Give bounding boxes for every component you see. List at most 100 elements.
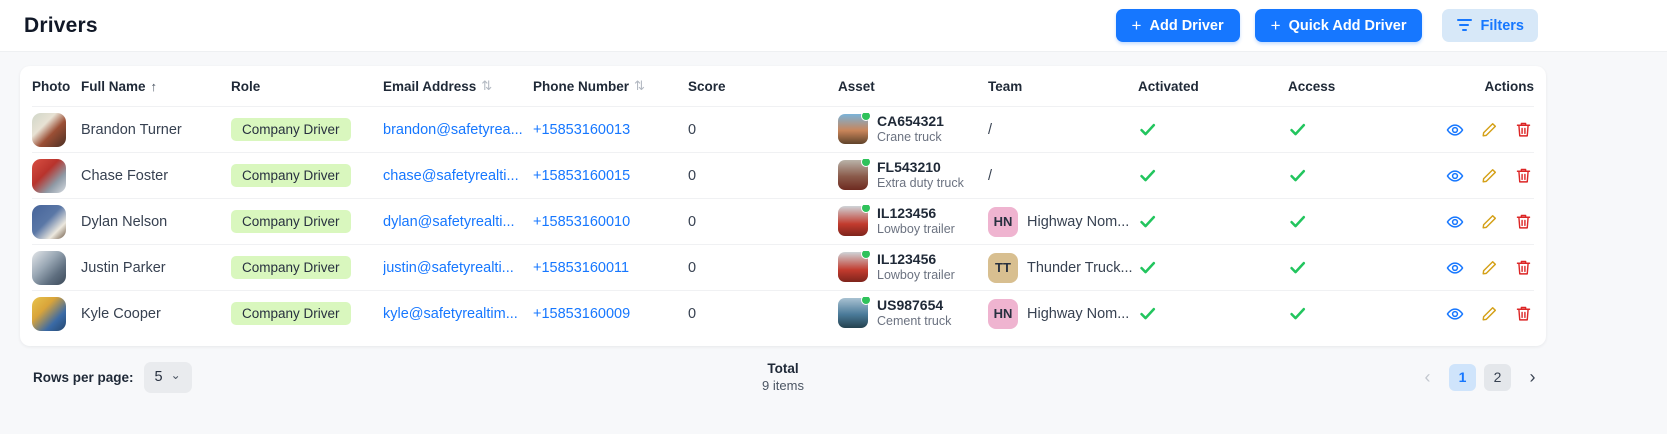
view-button[interactable] [1446, 121, 1464, 139]
edit-button[interactable] [1481, 121, 1498, 138]
view-button[interactable] [1446, 305, 1464, 323]
asset-thumbnail [838, 251, 871, 283]
driver-photo [32, 296, 66, 331]
driver-name: Justin Parker [81, 259, 166, 276]
eye-icon [1446, 121, 1464, 139]
col-header-phone[interactable]: Phone Number ⇅ [533, 78, 688, 94]
rows-per-page: Rows per page: 5 ⌄ [20, 361, 192, 393]
edit-button[interactable] [1481, 167, 1498, 184]
page-content: Photo Full Name ↑ Role Email Address ⇅ P… [0, 52, 1667, 346]
quick-add-driver-button[interactable]: + Quick Add Driver [1254, 9, 1423, 42]
page-button-2[interactable]: 2 [1484, 363, 1511, 391]
team-value: / [988, 167, 993, 184]
role-badge: Company Driver [231, 256, 351, 279]
topbar-actions: + Add Driver + Quick Add Driver Filters [1115, 9, 1538, 42]
filters-button[interactable]: Filters [1442, 9, 1538, 42]
score-value: 0 [688, 305, 697, 322]
score-value: 0 [688, 121, 697, 138]
pencil-icon [1481, 121, 1498, 138]
delete-button[interactable] [1515, 121, 1532, 138]
asset-type: Lowboy trailer [877, 268, 955, 283]
online-status-dot [861, 297, 871, 306]
access-check-icon [1288, 304, 1307, 323]
asset-thumbnail [838, 113, 871, 145]
online-status-dot [861, 113, 871, 122]
phone-link[interactable]: +15853160015 [533, 168, 630, 184]
asset-cell: CA654321 Crane truck [838, 113, 944, 145]
phone-link[interactable]: +15853160009 [533, 306, 630, 322]
col-header-full-name[interactable]: Full Name ↑ [81, 79, 231, 94]
role-badge: Company Driver [231, 118, 351, 141]
email-link[interactable]: kyle@safetyrealtim... [383, 306, 518, 322]
add-driver-button[interactable]: + Add Driver [1115, 9, 1240, 42]
email-link[interactable]: dylan@safetyrealti... [383, 214, 515, 230]
previous-page-button[interactable]: ‹ [1414, 364, 1441, 391]
asset-thumbnail [838, 205, 871, 237]
add-driver-label: Add Driver [1149, 17, 1224, 34]
col-header-actions: Actions [1484, 78, 1534, 94]
activated-check-icon [1138, 120, 1157, 139]
team-name: Highway Nom... [1027, 213, 1130, 230]
col-header-email[interactable]: Email Address ⇅ [383, 78, 533, 94]
table-footer: Rows per page: 5 ⌄ Total 9 items ‹ 1 2 › [20, 355, 1546, 399]
team-name: Thunder Truck... [1027, 259, 1133, 276]
col-header-role: Role [231, 78, 261, 94]
total-items: 9 items [762, 378, 804, 393]
email-link[interactable]: chase@safetyrealti... [383, 168, 519, 184]
driver-photo [32, 112, 66, 147]
sort-ascending-icon: ↑ [150, 78, 158, 94]
rows-per-page-label: Rows per page: [33, 369, 134, 385]
role-badge: Company Driver [231, 164, 351, 187]
email-link[interactable]: justin@safetyrealti... [383, 260, 514, 276]
asset-thumbnail [838, 159, 871, 191]
delete-button[interactable] [1515, 167, 1532, 184]
asset-code: IL123456 [877, 205, 937, 222]
pencil-icon [1481, 305, 1498, 322]
asset-cell: US987654 Cement truck [838, 297, 951, 329]
phone-link[interactable]: +15853160010 [533, 214, 630, 230]
team-avatar: HN [988, 298, 1018, 329]
col-header-score: Score [688, 78, 726, 94]
access-check-icon [1288, 258, 1307, 277]
view-button[interactable] [1446, 167, 1464, 185]
team-value: / [988, 121, 993, 138]
online-status-dot [861, 159, 871, 168]
access-check-icon [1288, 166, 1307, 185]
team-name: Highway Nom... [1027, 305, 1130, 322]
edit-button[interactable] [1481, 305, 1498, 322]
delete-button[interactable] [1515, 305, 1532, 322]
edit-button[interactable] [1481, 213, 1498, 230]
team-cell: HN Highway Nom... [988, 298, 1130, 329]
online-status-dot [861, 205, 871, 214]
asset-code: US987654 [877, 297, 944, 314]
delete-button[interactable] [1515, 213, 1532, 230]
trash-icon [1515, 305, 1532, 322]
trash-icon [1515, 121, 1532, 138]
chevron-down-icon: ⌄ [170, 368, 181, 382]
page-button-1[interactable]: 1 [1449, 363, 1476, 391]
driver-name: Kyle Cooper [81, 305, 161, 322]
activated-check-icon [1138, 166, 1157, 185]
sort-icon: ⇅ [481, 78, 493, 93]
team-cell: TT Thunder Truck... [988, 252, 1133, 283]
team-cell: HN Highway Nom... [988, 206, 1130, 237]
phone-link[interactable]: +15853160013 [533, 122, 630, 138]
role-badge: Company Driver [231, 210, 351, 233]
next-page-button[interactable]: › [1519, 364, 1546, 391]
driver-name: Chase Foster [81, 167, 169, 184]
phone-link[interactable]: +15853160011 [533, 260, 629, 276]
view-button[interactable] [1446, 213, 1464, 231]
table-row: Dylan Nelson Company Driver dylan@safety… [32, 198, 1534, 244]
plus-icon: + [1131, 16, 1142, 35]
edit-button[interactable] [1481, 259, 1498, 276]
rows-per-page-select[interactable]: 5 ⌄ [143, 361, 192, 393]
asset-cell: FL543210 Extra duty truck [838, 159, 964, 191]
view-button[interactable] [1446, 259, 1464, 277]
delete-button[interactable] [1515, 259, 1532, 276]
quick-add-driver-label: Quick Add Driver [1288, 17, 1407, 34]
driver-name: Dylan Nelson [81, 213, 168, 230]
score-value: 0 [688, 259, 697, 276]
total-summary: Total 9 items [762, 361, 804, 393]
email-link[interactable]: brandon@safetyrea... [383, 122, 523, 138]
asset-code: IL123456 [877, 251, 937, 268]
